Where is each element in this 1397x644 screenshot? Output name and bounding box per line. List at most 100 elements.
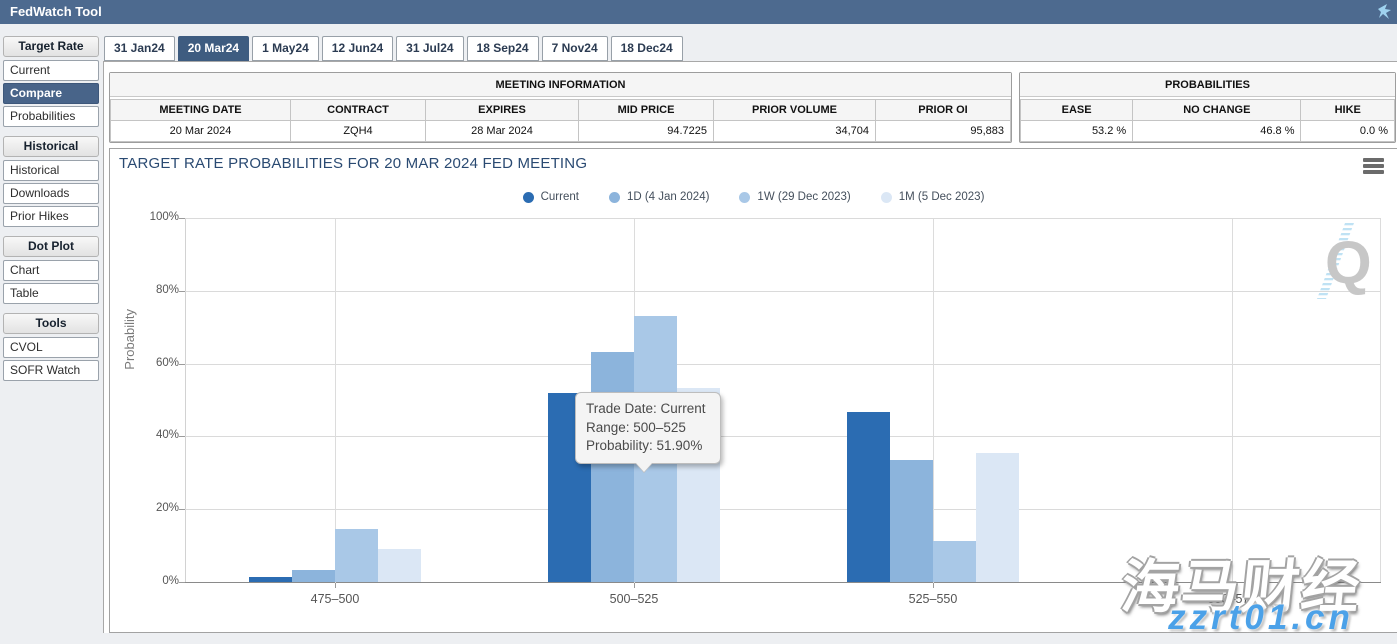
probabilities-title: PROBABILITIES — [1020, 73, 1395, 97]
gridline-60% — [185, 364, 1381, 365]
chart-bar-1m-5-dec-2023-475-500[interactable] — [378, 549, 421, 582]
prob-val-0-0: 0.0 % — [1301, 121, 1395, 142]
legend-dot-1m-5-dec-2023 — [881, 192, 892, 203]
meeting-val-94-7225: 94.7225 — [579, 121, 714, 142]
y-tick-label-100: 100% — [135, 211, 179, 223]
tab-18-sep24[interactable]: 18 Sep24 — [467, 36, 539, 61]
x-tick-mark-475-500 — [335, 583, 336, 588]
meeting-col-contract: CONTRACT — [291, 100, 426, 121]
meeting-date-tabbar: 31 Jan2420 Mar241 May2412 Jun2431 Jul241… — [104, 36, 683, 61]
tab-20-mar24[interactable]: 20 Mar24 — [178, 36, 249, 61]
meeting-val-95-883: 95,883 — [876, 121, 1011, 142]
chart-legend: Current 1D (4 Jan 2024) 1W (29 Dec 2023) 1M… — [110, 191, 1397, 203]
chart-bar-1d-4-jan-2024-475-500[interactable] — [292, 570, 335, 582]
sidebar-section-dot-plot: Dot PlotChartTable — [3, 236, 99, 304]
sidebar-header-target-rate: Target Rate — [3, 36, 99, 57]
x-tick-mark-525-550 — [933, 583, 934, 588]
y-tick-mark-80 — [179, 291, 185, 292]
site-watermark-url: zzrt01.cn — [1130, 598, 1392, 638]
sidebar: Target Rate CurrentCompareProbabilities Hi… — [3, 36, 99, 390]
chart-bar-1d-4-jan-2024-500-525[interactable] — [591, 352, 634, 582]
quikstrike-q-watermark: Q — [1289, 223, 1371, 304]
prob-val-46-8: 46.8 % — [1133, 121, 1301, 142]
tab-18-dec24[interactable]: 18 Dec24 — [611, 36, 683, 61]
legend-label: 1M (5 Dec 2023) — [899, 191, 985, 203]
x-tick-mark-500-525 — [634, 583, 635, 588]
gridline-20% — [185, 509, 1381, 510]
y-tick-mark-40 — [179, 436, 185, 437]
meeting-col-expires: EXPIRES — [426, 100, 579, 121]
tooltip-probability: Probability: 51.90% — [586, 437, 710, 456]
gridline-40% — [185, 436, 1381, 437]
sidebar-item-downloads[interactable]: Downloads — [3, 183, 99, 204]
y-tick-mark-100 — [179, 218, 185, 219]
chart-title: TARGET RATE PROBABILITIES FOR 20 MAR 202… — [119, 155, 587, 172]
bird-icon[interactable] — [1377, 4, 1392, 28]
sidebar-item-chart[interactable]: Chart — [3, 260, 99, 281]
meeting-col-meeting-date: MEETING DATE — [111, 100, 291, 121]
chart-bar-1w-29-dec-2023-475-500[interactable] — [335, 529, 378, 583]
meeting-col-mid-price: MID PRICE — [579, 100, 714, 121]
legend-item-current[interactable]: Current — [523, 191, 579, 203]
probabilities-panel: PROBABILITIES EASENO CHANGEHIKE 53.2 %46… — [1019, 72, 1396, 143]
category-label-475-500: 475–500 — [275, 592, 395, 606]
legend-label: Current — [541, 191, 579, 203]
sidebar-item-probabilities[interactable]: Probabilities — [3, 106, 99, 127]
legend-item-1d-4-jan-2024[interactable]: 1D (4 Jan 2024) — [609, 191, 709, 203]
legend-dot-current — [523, 192, 534, 203]
y-tick-label-60: 60% — [135, 357, 179, 369]
tab-1-may24[interactable]: 1 May24 — [252, 36, 319, 61]
meeting-col-prior-oi: PRIOR OI — [876, 100, 1011, 121]
sidebar-item-table[interactable]: Table — [3, 283, 99, 304]
chart-bar-1d-4-jan-2024-525-550[interactable] — [890, 460, 933, 582]
sidebar-header-tools: Tools — [3, 313, 99, 334]
sidebar-item-prior-hikes[interactable]: Prior Hikes — [3, 206, 99, 227]
tooltip-trade-date: Trade Date: Current — [586, 400, 710, 419]
tooltip-range: Range: 500–525 — [586, 419, 710, 438]
chart-bar-1m-5-dec-2023-525-550[interactable] — [976, 453, 1019, 582]
legend-item-1m-5-dec-2023[interactable]: 1M (5 Dec 2023) — [881, 191, 985, 203]
legend-label: 1D (4 Jan 2024) — [627, 191, 709, 203]
y-tick-mark-60 — [179, 364, 185, 365]
meeting-col-prior-volume: PRIOR VOLUME — [714, 100, 876, 121]
sidebar-section-tools: Tools CVOLSOFR Watch — [3, 313, 99, 381]
prob-col-no-change: NO CHANGE — [1133, 100, 1301, 121]
tab-31-jan24[interactable]: 31 Jan24 — [104, 36, 175, 61]
meeting-information-table: MEETING DATECONTRACTEXPIRESMID PRICEPRIO… — [110, 99, 1011, 142]
tab-12-jun24[interactable]: 12 Jun24 — [322, 36, 393, 61]
legend-dot-1d-4-jan-2024 — [609, 192, 620, 203]
category-label-525-550: 525–550 — [873, 592, 993, 606]
meeting-val-zqh4: ZQH4 — [291, 121, 426, 142]
prob-val-53-2: 53.2 % — [1021, 121, 1133, 142]
plot-left-border — [185, 219, 186, 583]
sidebar-item-historical[interactable]: Historical — [3, 160, 99, 181]
sidebar-item-cvol[interactable]: CVOL — [3, 337, 99, 358]
hamburger-menu-icon[interactable] — [1363, 158, 1384, 176]
legend-item-1w-29-dec-2023[interactable]: 1W (29 Dec 2023) — [739, 191, 850, 203]
app-title: FedWatch Tool — [10, 4, 102, 19]
chart-bar-current-475-500[interactable] — [249, 577, 292, 582]
legend-label: 1W (29 Dec 2023) — [757, 191, 850, 203]
meeting-val-34-704: 34,704 — [714, 121, 876, 142]
chart-bar-1w-29-dec-2023-525-550[interactable] — [933, 541, 976, 582]
sidebar-item-sofr-watch[interactable]: SOFR Watch — [3, 360, 99, 381]
y-tick-mark-20 — [179, 509, 185, 510]
sidebar-section-historical: HistoricalHistoricalDownloadsPrior Hikes — [3, 136, 99, 227]
q-letter: Q — [1325, 229, 1371, 296]
chart-bar-current-525-550[interactable] — [847, 412, 890, 582]
sidebar-item-current[interactable]: Current — [3, 60, 99, 81]
y-tick-label-20: 20% — [135, 502, 179, 514]
meeting-information-panel: MEETING INFORMATION MEETING DATECONTRACT… — [109, 72, 1012, 143]
gridline-100% — [185, 218, 1381, 219]
prob-col-ease: EASE — [1021, 100, 1133, 121]
sidebar-section-target-rate: Target Rate CurrentCompareProbabilities — [3, 36, 99, 127]
tab-7-nov24[interactable]: 7 Nov24 — [542, 36, 608, 61]
legend-dot-1w-29-dec-2023 — [739, 192, 750, 203]
sidebar-item-compare[interactable]: Compare — [3, 83, 99, 104]
y-tick-label-40: 40% — [135, 429, 179, 441]
sidebar-header-historical: Historical — [3, 136, 99, 157]
tab-31-jul24[interactable]: 31 Jul24 — [396, 36, 463, 61]
category-gridline-525-550 — [933, 219, 934, 583]
category-gridline-550-575 — [1232, 219, 1233, 583]
app-header: FedWatch Tool — [0, 0, 1397, 24]
